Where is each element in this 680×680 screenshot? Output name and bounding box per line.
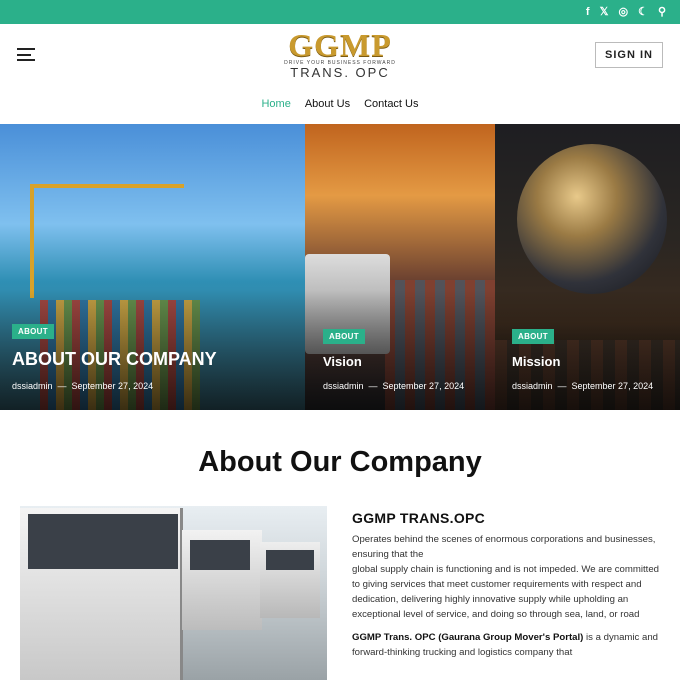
card-author[interactable]: dssiadmin xyxy=(512,381,553,391)
company-subheading: GGMP TRANS.OPC xyxy=(352,510,486,526)
globe-image xyxy=(517,144,667,294)
crane-image xyxy=(30,184,184,298)
hero-card-vision[interactable]: ABOUT Vision dssiadmin — September 27, 202… xyxy=(305,124,495,410)
moon-icon[interactable]: ☾ xyxy=(638,4,648,20)
card-author[interactable]: dssiadmin xyxy=(323,381,364,391)
hero-card-mission[interactable]: ABOUT Mission dssiadmin — September 27, 20… xyxy=(495,124,680,410)
nav-item-contact-us[interactable]: Contact Us xyxy=(364,98,418,110)
hero-cards: ABOUT ABOUT OUR COMPANY dssiadmin — Septem… xyxy=(0,124,680,410)
category-badge[interactable]: ABOUT xyxy=(323,329,365,344)
about-paragraph-2: GGMP Trans. OPC (Gaurana Group Mover's P… xyxy=(352,632,658,658)
nav-item-home[interactable]: Home xyxy=(261,98,290,110)
facebook-icon[interactable]: f xyxy=(586,4,590,20)
nav-item-about-us[interactable]: About Us xyxy=(305,98,350,110)
card-date: September 27, 2024 xyxy=(382,381,465,391)
hero-card-about[interactable]: ABOUT ABOUT OUR COMPANY dssiadmin — Septem… xyxy=(0,124,305,410)
category-badge[interactable]: ABOUT xyxy=(512,329,554,344)
card-title[interactable]: Mission xyxy=(512,354,560,369)
about-text: GGMP TRANS.OPC Operates behind the scene… xyxy=(352,510,662,660)
trucks-photo xyxy=(20,506,327,680)
card-title[interactable]: ABOUT OUR COMPANY xyxy=(12,349,217,370)
main-nav: Home About Us Contact Us xyxy=(0,98,680,110)
card-meta: dssiadmin — September 27, 2024 xyxy=(12,381,154,391)
logo-sub: TRANS. OPC xyxy=(290,65,390,80)
search-icon[interactable]: ⚲ xyxy=(658,4,666,20)
card-date: September 27, 2024 xyxy=(571,381,654,391)
card-author[interactable]: dssiadmin xyxy=(12,381,53,391)
about-paragraph-1: Operates behind the scenes of enormous c… xyxy=(352,534,659,620)
card-meta: dssiadmin — September 27, 2024 xyxy=(512,381,654,391)
sign-in-button[interactable]: SIGN IN xyxy=(595,42,663,68)
card-meta: dssiadmin — September 27, 2024 xyxy=(323,381,465,391)
logo-main: GGMP xyxy=(288,27,392,63)
social-icons: f 𝕏 ◎ ☾ ⚲ xyxy=(586,4,666,20)
x-icon[interactable]: 𝕏 xyxy=(600,4,609,20)
instagram-icon[interactable]: ◎ xyxy=(618,4,628,20)
card-date: September 27, 2024 xyxy=(71,381,154,391)
top-bar: f 𝕏 ◎ ☾ ⚲ xyxy=(0,0,680,24)
site-logo[interactable]: GGMP DRIVE YOUR BUSINESS FORWARD TRANS. … xyxy=(270,27,410,82)
category-badge[interactable]: ABOUT xyxy=(12,324,54,339)
card-title[interactable]: Vision xyxy=(323,354,362,369)
section-heading: About Our Company xyxy=(198,446,482,478)
site-header: GGMP DRIVE YOUR BUSINESS FORWARD TRANS. … xyxy=(0,24,680,124)
menu-icon[interactable] xyxy=(17,48,35,61)
